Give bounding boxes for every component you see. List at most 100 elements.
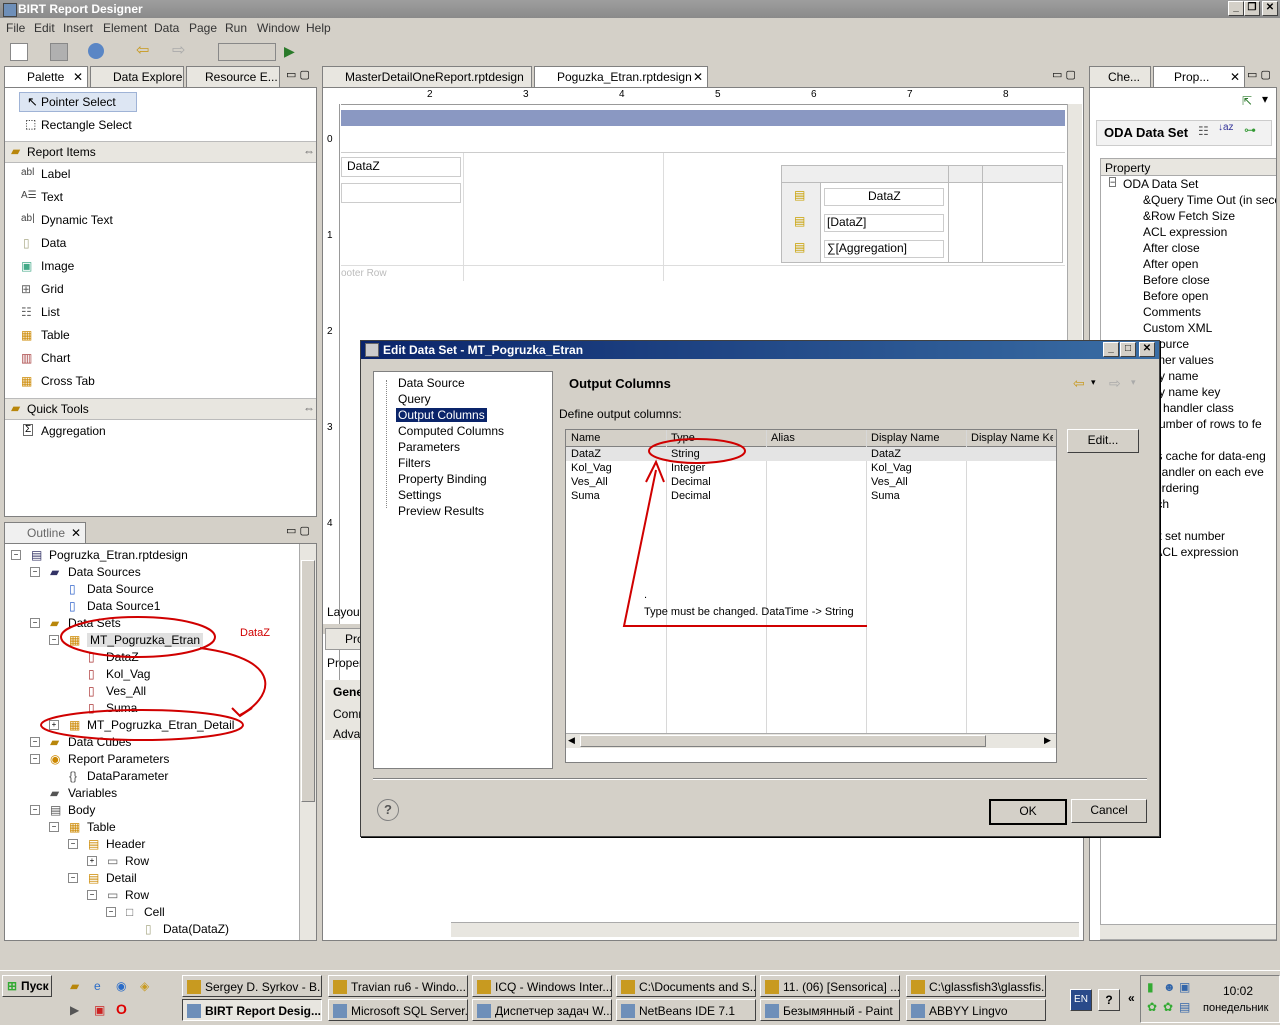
outline-node[interactable]: Detail [106,871,137,885]
collapse-icon[interactable]: − [1109,177,1117,187]
tree-toggle-icon[interactable]: − [11,550,21,560]
grid-cell[interactable]: Integer [671,462,763,474]
bottom-scrollbar[interactable] [451,922,1079,937]
palette-item-data[interactable]: Data [41,236,66,250]
menu-file[interactable]: File [6,21,25,35]
tray-icon[interactable]: ▣ [1179,980,1190,994]
help-tray-icon[interactable]: ? [1098,989,1120,1011]
dialog-nav-item[interactable]: Computed Columns [398,424,504,438]
dialog-nav-item[interactable]: Filters [398,456,431,470]
quicklaunch-icon[interactable]: ◉ [116,979,126,993]
palette-item-dynamic-text[interactable]: Dynamic Text [41,213,113,227]
dialog-nav-item[interactable]: Query [398,392,431,406]
outline-node[interactable]: Data Sets [68,616,121,630]
taskbar-button[interactable]: ABBYY Lingvo [906,999,1046,1021]
property-row[interactable]: After open [1143,257,1198,271]
view-minimize-icon[interactable]: ▭ ▢ [1247,68,1271,81]
tree-toggle-icon[interactable]: − [68,839,78,849]
tree-toggle-icon[interactable]: − [68,873,78,883]
inner-header-dataz[interactable]: DataZ [868,189,901,203]
palette-item-label[interactable]: Label [41,167,70,181]
dialog-minimize-button[interactable]: _ [1103,342,1119,357]
property-row[interactable]: x number of rows to fe [1143,417,1262,431]
palette-item-list[interactable]: List [41,305,60,319]
grid-cell[interactable]: Ves_All [571,476,663,488]
palette-item-cross-tab[interactable]: Cross Tab [41,374,95,388]
output-columns-grid[interactable]: ◀ ▶ Name Type Alias Display Name Display Nam… [565,429,1057,763]
dialog-nav-item[interactable]: Settings [398,488,441,502]
edit-column-button[interactable]: Edit... [1067,429,1139,453]
export-icon[interactable]: ⇱ [1242,94,1252,108]
back-arrow-icon[interactable]: ⇦ [136,43,152,59]
tab-pogruzka-report[interactable]: Poguzka_Etran.rptdesign ✕ [534,66,708,87]
close-button[interactable]: ✕ [1262,1,1278,16]
tab-data-explorer[interactable]: Data Explorer [90,66,184,87]
grid-cell[interactable]: Suma [871,490,963,502]
help-icon[interactable]: ? [377,799,399,821]
property-row[interactable]: After close [1143,241,1200,255]
tree-toggle-icon[interactable]: − [30,567,40,577]
view-minimize-icon[interactable]: ▭ ▢ [1052,68,1076,81]
tree-toggle-icon[interactable]: − [30,737,40,747]
outline-node[interactable]: Header [106,837,145,851]
grid-column-header[interactable]: Display Name [871,432,963,444]
tree-toggle-icon[interactable]: − [30,805,40,815]
property-row[interactable]: w handler on each eve [1143,465,1264,479]
inner-table[interactable]: ▤ ▤ ▤ DataZ [DataZ] ∑[Aggregation] [781,165,1063,263]
menu-insert[interactable]: Insert [63,21,93,35]
tree-toggle-icon[interactable]: + [49,720,59,730]
view-minimize-icon[interactable]: ▭ ▢ [286,68,310,81]
view-menu-icon[interactable]: ▾ [1262,92,1268,106]
dialog-maximize-button[interactable]: □ [1120,342,1136,357]
palette-item-chart[interactable]: Chart [41,351,70,365]
tab-resource-explorer[interactable]: Resource E... [186,66,280,87]
grid-hscroll[interactable]: ◀ ▶ [566,733,1056,748]
back-arrow-icon[interactable]: ⇦ [1073,375,1085,392]
taskbar-button[interactable]: Microsoft SQL Server... [328,999,468,1021]
maximize-button[interactable]: ❐ [1244,1,1260,16]
dialog-nav-item[interactable]: Parameters [398,440,460,454]
outline-node[interactable]: Report Parameters [68,752,169,766]
taskbar-button[interactable]: ICQ - Windows Inter... [472,975,612,997]
prop-general[interactable]: Gene [333,685,363,699]
quicklaunch-folder-icon[interactable]: ▰ [70,979,79,993]
grid-column-header[interactable]: Type [671,432,763,444]
row-handle-icon[interactable]: ▤ [794,240,805,254]
tab-properties[interactable]: Prop... ✕ [1153,66,1245,87]
outline-node[interactable]: Row [125,854,149,868]
grid-cell[interactable]: Ves_All [871,476,963,488]
prop-advanced[interactable]: Adva [333,727,360,741]
taskbar-button[interactable]: C:\Documents and S... [616,975,756,997]
dialog-close-button[interactable]: ✕ [1139,342,1155,357]
taskbar-button[interactable]: C:\glassfish3\glassfis... [906,975,1046,997]
taskbar-button[interactable]: Безымянный - Paint [760,999,900,1021]
palette-item-aggregation[interactable]: Aggregation [41,424,106,438]
outline-node[interactable]: Data(DataZ) [163,922,229,936]
tab-outline[interactable]: Outline ✕ [4,522,86,543]
language-indicator[interactable]: EN [1070,989,1092,1011]
categories-icon[interactable]: ☷ [1198,124,1209,138]
outline-scrollbar[interactable] [299,544,316,940]
outline-node[interactable]: Data Sources [68,565,141,579]
row-handle-icon[interactable]: ▤ [794,188,805,202]
palette-item-table[interactable]: Table [41,328,70,342]
property-row[interactable]: Before close [1143,273,1210,287]
minimize-button[interactable]: _ [1228,1,1244,16]
property-row[interactable]: Before open [1143,289,1208,303]
outline-node[interactable]: Data Cubes [68,735,131,749]
report-table[interactable]: DataZ ooter Row ▤ ▤ ▤ DataZ [DataZ] ∑[Ag… [341,152,1065,283]
tree-toggle-icon[interactable]: − [106,907,116,917]
pointer-select-tool[interactable]: Pointer Select [41,95,116,109]
inner-aggregation[interactable]: ∑[Aggregation] [827,241,907,255]
quicklaunch-icon[interactable]: ◈ [140,979,149,993]
taskbar-button[interactable]: Sergey D. Syrkov - B... [182,975,322,997]
dropdown-icon[interactable]: ▾ [1131,377,1136,388]
tray-expand-icon[interactable]: « [1128,991,1135,1005]
quicklaunch-ie-icon[interactable]: e [94,979,101,993]
prop-hscroll[interactable] [1100,924,1276,939]
menu-element[interactable]: Element [103,21,147,35]
tree-toggle-icon[interactable]: − [87,890,97,900]
tab-masterdetail-report[interactable]: MasterDetailOneReport.rptdesign [322,66,532,87]
dropdown-icon[interactable]: ▾ [1091,377,1096,388]
grid-cell[interactable]: DataZ [571,448,663,460]
